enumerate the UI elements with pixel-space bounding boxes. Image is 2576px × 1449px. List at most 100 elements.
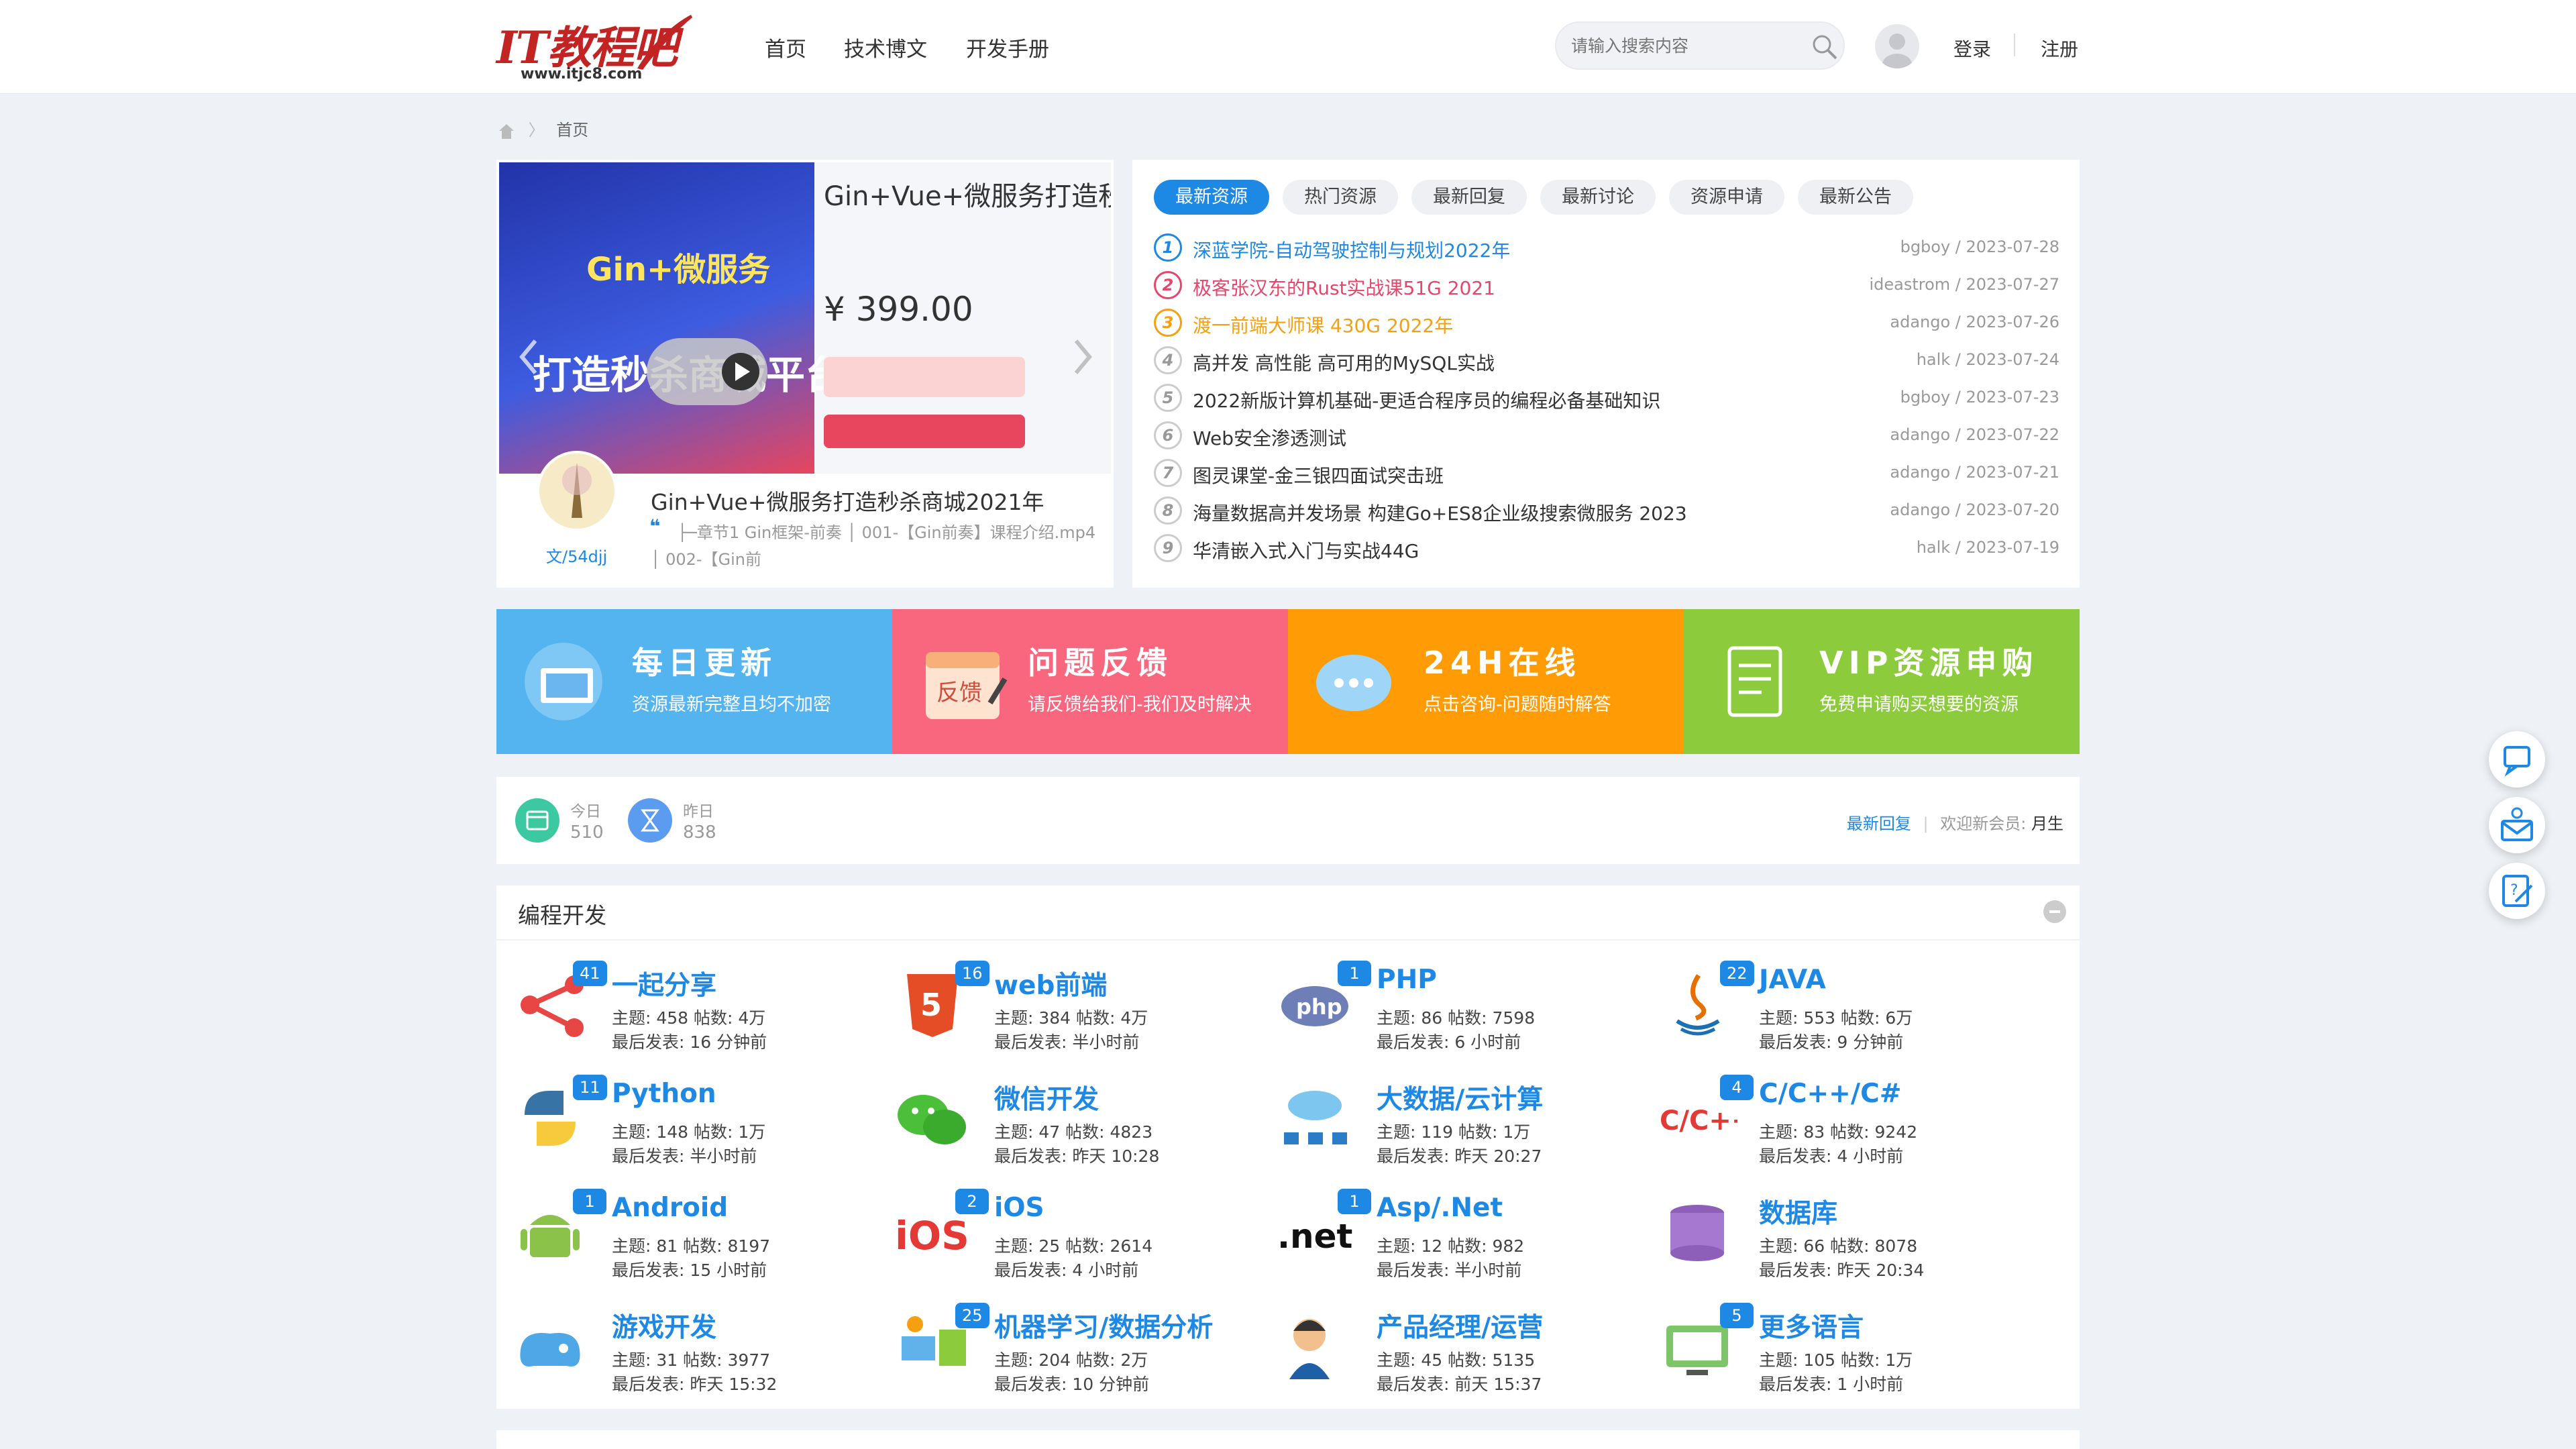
forum-item[interactable]: 25 机器学习/数据分析 主题: 204 帖数: 2万 最后发表: 10 分钟前 xyxy=(892,1303,1268,1410)
forum-item[interactable]: 产品经理/运营 主题: 45 帖数: 5135 最后发表: 前天 15:37 xyxy=(1275,1303,1650,1410)
forum-name[interactable]: web前端 xyxy=(994,965,1107,1002)
daily-update-banner[interactable]: 每日更新 资源最新完整且均不加密 xyxy=(496,609,892,754)
login-link[interactable]: 登录 xyxy=(1953,35,1991,62)
news-item[interactable]: 6 Web安全渗透测试 adango / 2023-07-22 xyxy=(1154,416,2059,453)
news-meta: ideastrom / 2023-07-27 xyxy=(1869,275,2059,294)
bigdata-icon[interactable] xyxy=(1275,1081,1355,1155)
forum-name[interactable]: Android xyxy=(612,1193,728,1223)
new-posts-badge: 11 xyxy=(573,1075,607,1100)
collapse-icon[interactable] xyxy=(2043,900,2066,923)
news-item[interactable]: 7 图灵课堂-金三银四面试突击班 adango / 2023-07-21 xyxy=(1154,453,2059,491)
register-link[interactable]: 注册 xyxy=(2041,35,2078,62)
news-item[interactable]: 2 极客张汉东的Rust实战课51G 2021 ideastrom / 2023-0… xyxy=(1154,266,2059,303)
svg-text:?: ? xyxy=(2510,882,2518,899)
forum-last-post: 最后发表: 15 小时前 xyxy=(612,1260,767,1280)
news-item[interactable]: 8 海量数据高并发场景 构建Go+ES8企业级搜索微服务 2023 adango /… xyxy=(1154,491,2059,529)
tab-announcements[interactable]: 最新公告 xyxy=(1798,180,1913,215)
online-support-banner[interactable]: 24H在线 点击咨询-问题随时解答 xyxy=(1288,609,1684,754)
nav-blog[interactable]: 技术博文 xyxy=(844,32,927,62)
forum-name[interactable]: 大数据/云计算 xyxy=(1377,1079,1543,1116)
forum-item[interactable]: 1 Android 主题: 81 帖数: 8197 最后发表: 15 小时前 xyxy=(510,1189,885,1296)
forum-item[interactable]: 大数据/云计算 主题: 119 帖数: 1万 最后发表: 昨天 20:27 xyxy=(1275,1075,1650,1182)
slide-image[interactable]: Gin+微服务 打造秒杀商城平台 Gin+Vue+微服务打造秒杀商城-Go ¥ … xyxy=(499,162,1111,474)
slide-prev-icon[interactable] xyxy=(515,337,542,377)
news-title[interactable]: 图灵课堂-金三银四面试突击班 xyxy=(1193,462,1444,488)
forum-item[interactable]: 5 16 web前端 主题: 384 帖数: 4万 最后发表: 半小时前 xyxy=(892,961,1268,1068)
news-item[interactable]: 5 2022新版计算机基础-更适合程序员的编程必备基础知识 bgboy / 2023… xyxy=(1154,378,2059,416)
forum-name[interactable]: 一起分享 xyxy=(612,965,716,1002)
forum-name[interactable]: 更多语言 xyxy=(1759,1307,1864,1344)
user-avatar[interactable] xyxy=(1875,24,1919,68)
feedback-banner[interactable]: 反馈 问题反馈 请反馈给我们-我们及时解决 xyxy=(892,609,1288,754)
tab-replies[interactable]: 最新回复 xyxy=(1411,180,1527,215)
slide-next-icon[interactable] xyxy=(1069,337,1096,377)
news-item[interactable]: 4 高并发 高性能 高可用的MySQL实战 halk / 2023-07-24 xyxy=(1154,341,2059,378)
news-title[interactable]: 高并发 高性能 高可用的MySQL实战 xyxy=(1193,349,1495,376)
forum-item[interactable]: 11 Python 主题: 148 帖数: 1万 最后发表: 半小时前 xyxy=(510,1075,885,1182)
rank-badge: 9 xyxy=(1154,534,1182,562)
chat-button[interactable] xyxy=(2489,731,2545,788)
chat-bubble-icon xyxy=(1312,639,1406,726)
forum-name[interactable]: 微信开发 xyxy=(994,1079,1099,1116)
news-title[interactable]: 海量数据高并发场景 构建Go+ES8企业级搜索微服务 2023 xyxy=(1193,499,1687,526)
section-title: 编程开发 xyxy=(518,902,606,928)
search-input[interactable] xyxy=(1571,23,1799,68)
latest-reply-link[interactable]: 最新回复 xyxy=(1847,814,1911,833)
forum-item[interactable]: .net 1 Asp/.Net 主题: 12 帖数: 982 最后发表: 半小时前 xyxy=(1275,1189,1650,1296)
forum-name[interactable]: C/C++/C# xyxy=(1759,1079,1901,1109)
author-avatar[interactable] xyxy=(537,451,617,531)
forum-name[interactable]: 数据库 xyxy=(1759,1193,1837,1230)
forum-item[interactable]: 22 JAVA 主题: 553 帖数: 6万 最后发表: 9 分钟前 xyxy=(1657,961,2033,1068)
forum-name[interactable]: 游戏开发 xyxy=(612,1307,716,1344)
new-posts-badge: 1 xyxy=(1338,961,1371,986)
news-item[interactable]: 3 渡一前端大师课 430G 2022年 adango / 2023-07-26 xyxy=(1154,303,2059,341)
forum-stats: 主题: 25 帖数: 2614 xyxy=(994,1236,1153,1256)
news-title[interactable]: Web安全渗透测试 xyxy=(1193,424,1346,451)
forum-item[interactable]: iOS 2 iOS 主题: 25 帖数: 2614 最后发表: 4 小时前 xyxy=(892,1189,1268,1296)
author-name[interactable]: 文/54djj xyxy=(546,543,607,567)
new-posts-badge: 41 xyxy=(573,961,607,986)
rank-badge: 5 xyxy=(1154,384,1182,412)
forum-item[interactable]: php 1 PHP 主题: 86 帖数: 7598 最后发表: 6 小时前 xyxy=(1275,961,1650,1068)
forum-item[interactable]: 41 一起分享 主题: 458 帖数: 4万 最后发表: 16 分钟前 xyxy=(510,961,885,1068)
news-title[interactable]: 华清嵌入式入门与实战44G xyxy=(1193,537,1419,564)
news-title[interactable]: 极客张汉东的Rust实战课51G 2021 xyxy=(1193,274,1495,301)
tab-latest[interactable]: 最新资源 xyxy=(1154,180,1269,215)
home-icon[interactable] xyxy=(496,121,517,140)
forum-item[interactable]: C/C++ 4C/C++/C# 主题: 83 帖数: 9242 最后发表: 4 小时前 xyxy=(1657,1075,2033,1182)
forum-name[interactable]: iOS xyxy=(994,1193,1044,1223)
database-icon[interactable] xyxy=(1657,1195,1737,1269)
wechat-icon[interactable] xyxy=(892,1081,973,1155)
news-title[interactable]: 深蓝学院-自动驾驶控制与规划2022年 xyxy=(1193,236,1510,263)
nav-home[interactable]: 首页 xyxy=(765,32,806,62)
news-title[interactable]: 渡一前端大师课 430G 2022年 xyxy=(1193,311,1453,338)
play-overlay[interactable] xyxy=(647,338,767,405)
tab-hot[interactable]: 热门资源 xyxy=(1283,180,1398,215)
news-title[interactable]: 2022新版计算机基础-更适合程序员的编程必备基础知识 xyxy=(1193,386,1660,413)
forum-item[interactable]: 微信开发 主题: 47 帖数: 4823 最后发表: 昨天 10:28 xyxy=(892,1075,1268,1182)
news-item[interactable]: 1 深蓝学院-自动驾驶控制与规划2022年 bgboy / 2023-07-28 xyxy=(1154,228,2059,266)
feedback-button[interactable]: ? xyxy=(2489,863,2545,919)
nav-manual[interactable]: 开发手册 xyxy=(966,32,1049,62)
forum-name[interactable]: PHP xyxy=(1377,965,1437,995)
forum-item[interactable]: 5 更多语言 主题: 105 帖数: 1万 最后发表: 1 小时前 xyxy=(1657,1303,2033,1410)
tab-discussions[interactable]: 最新讨论 xyxy=(1540,180,1656,215)
forum-name[interactable]: 机器学习/数据分析 xyxy=(994,1307,1213,1344)
mail-button[interactable] xyxy=(2489,797,2545,853)
forum-item[interactable]: 游戏开发 主题: 31 帖数: 3977 最后发表: 昨天 15:32 xyxy=(510,1303,885,1410)
post-title[interactable]: Gin+Vue+微服务打造秒杀商城2021年 xyxy=(651,484,1044,517)
site-logo[interactable]: IT教程吧 www.itjc8.com xyxy=(496,12,698,85)
forum-name[interactable]: JAVA xyxy=(1759,965,1826,995)
gamepad-icon[interactable] xyxy=(510,1309,590,1383)
pm-icon[interactable] xyxy=(1275,1309,1355,1383)
forum-name[interactable]: 产品经理/运营 xyxy=(1377,1307,1543,1344)
forum-name[interactable]: Asp/.Net xyxy=(1377,1193,1503,1223)
welcome-user[interactable]: 月生 xyxy=(2031,814,2063,833)
vip-request-banner[interactable]: VIP资源申购 免费申请购买想要的资源 xyxy=(1684,609,2080,754)
forum-item[interactable]: 数据库 主题: 66 帖数: 8078 最后发表: 昨天 20:34 xyxy=(1657,1189,2033,1296)
search-icon[interactable] xyxy=(1811,34,1838,60)
tab-requests[interactable]: 资源申请 xyxy=(1669,180,1784,215)
forum-name[interactable]: Python xyxy=(612,1079,716,1109)
news-item[interactable]: 9 华清嵌入式入门与实战44G halk / 2023-07-19 xyxy=(1154,529,2059,566)
breadcrumb-current[interactable]: 首页 xyxy=(556,121,588,140)
